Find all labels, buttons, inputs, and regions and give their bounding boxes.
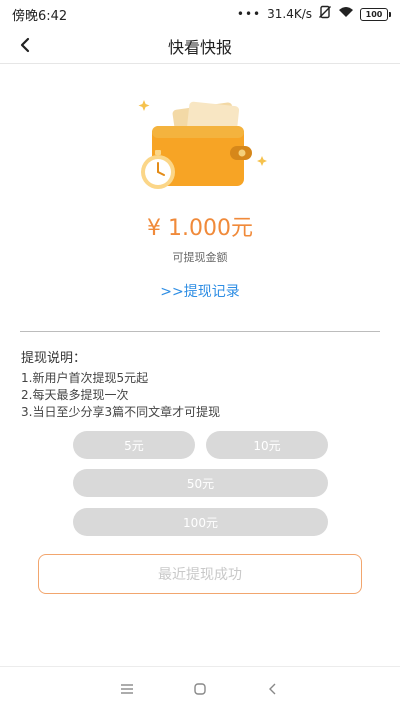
divider: [20, 331, 380, 332]
withdraw-history-link[interactable]: >>提现记录: [0, 281, 400, 301]
instructions-heading: 提现说明：: [21, 351, 87, 366]
status-dots: •••: [236, 7, 262, 21]
withdraw-submit-button[interactable]: 最近提现成功: [38, 554, 362, 594]
top-nav-bar: 快看快报: [0, 28, 400, 64]
amount-option-100[interactable]: 100元: [73, 508, 328, 536]
instruction-line: 2.每天最多提现一次: [21, 388, 129, 402]
instruction-line: 1.新用户首次提现5元起: [21, 371, 149, 385]
home-button[interactable]: [190, 679, 210, 699]
amount-option-5[interactable]: 5元: [73, 431, 195, 459]
wifi-icon: [338, 6, 354, 22]
status-bar: 傍晚6:42 ••• 31.4K/s 100: [0, 0, 400, 28]
amount-option-10[interactable]: 10元: [206, 431, 328, 459]
amount-option-50[interactable]: 50元: [73, 469, 328, 497]
back-arrow-icon: [20, 37, 30, 53]
page-title: 快看快报: [167, 37, 232, 57]
system-back-button[interactable]: [263, 679, 283, 699]
home-icon: [194, 682, 206, 695]
battery-icon: 100: [360, 7, 391, 21]
system-nav-bar: [0, 666, 400, 710]
wallet-illustration: [134, 92, 268, 192]
status-time: 傍晚6:42: [12, 8, 68, 24]
menu-icon: [120, 683, 133, 694]
wallet-icon: [138, 100, 267, 189]
balance-label: 可提现金额: [172, 251, 228, 264]
menu-button[interactable]: [117, 679, 137, 699]
back-button[interactable]: [14, 34, 36, 56]
no-sim-icon: [318, 5, 332, 23]
status-right: ••• 31.4K/s 100: [236, 5, 391, 23]
network-speed: 31.4K/s: [267, 7, 312, 21]
withdraw-instructions: 提现说明： 1.新用户首次提现5元起 2.每天最多提现一次 3.当日至少分享3篇…: [21, 347, 381, 421]
balance-amount: ¥ 1.000元: [147, 216, 253, 241]
system-back-icon: [269, 683, 276, 694]
instruction-line: 3.当日至少分享3篇不同文章才可提现: [21, 405, 221, 419]
